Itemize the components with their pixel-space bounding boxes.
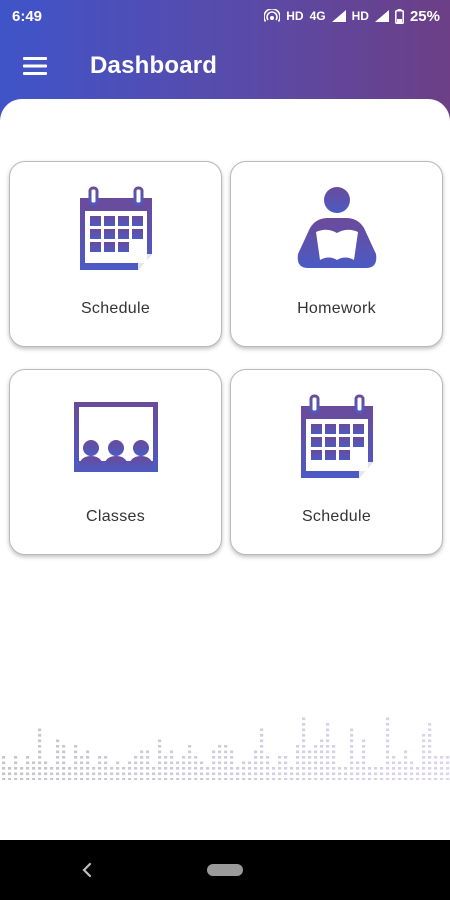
- back-icon[interactable]: [78, 858, 98, 882]
- battery-percent: 25%: [409, 7, 440, 25]
- hamburger-menu-icon: [23, 57, 47, 75]
- classroom-icon: [73, 402, 158, 472]
- hd-label: HD: [286, 9, 304, 23]
- network-type-label: 4G: [309, 9, 326, 23]
- status-icons: HD 4G HD 25%: [264, 8, 440, 25]
- homework-card-label: Homework: [297, 300, 376, 317]
- schedule-card-2[interactable]: Schedule: [230, 369, 443, 555]
- page-title: Dashboard: [90, 52, 218, 79]
- schedule-card-2-label: Schedule: [301, 508, 372, 525]
- hotspot-icon: [264, 9, 281, 22]
- schedule-card-label: Schedule: [80, 300, 151, 317]
- status-bar: 6:49 HD 4G HD 25%: [0, 0, 450, 32]
- dashboard-grid: Schedule Homework Classes Schedule: [9, 161, 443, 555]
- menu-button[interactable]: [0, 34, 70, 98]
- toolbar: Dashboard: [0, 34, 450, 98]
- battery-icon: [395, 8, 404, 24]
- reading-person-icon: [297, 187, 376, 268]
- calendar-icon: [79, 186, 152, 270]
- signal-icon-2: [374, 10, 389, 22]
- classes-card-label: Classes: [85, 508, 145, 525]
- status-time: 6:49: [12, 7, 43, 25]
- signal-icon: [331, 10, 346, 22]
- system-nav-bar: [0, 840, 450, 900]
- hd-label-2: HD: [351, 9, 369, 23]
- schedule-card[interactable]: Schedule: [9, 161, 222, 347]
- dashboard-content: Schedule Homework Classes Schedule: [0, 99, 450, 840]
- homework-card[interactable]: Homework: [230, 161, 443, 347]
- calendar-icon: [300, 394, 373, 478]
- classes-card[interactable]: Classes: [9, 369, 222, 555]
- home-pill-button[interactable]: [207, 864, 243, 876]
- decorative-equalizer-pattern: [2, 717, 450, 780]
